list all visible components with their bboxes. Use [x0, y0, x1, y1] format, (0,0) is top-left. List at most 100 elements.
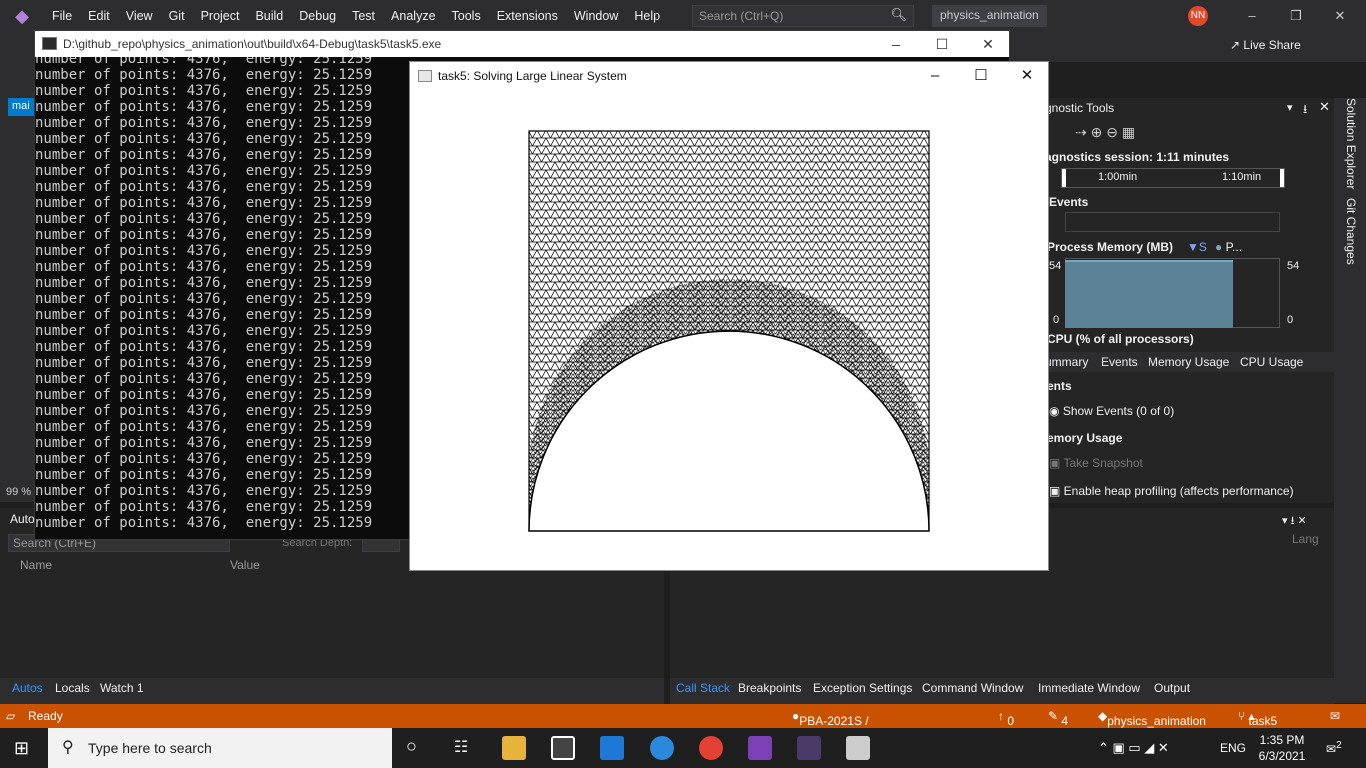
taskbar-clock[interactable]: 1:35 PM 6/3/2021 [1252, 732, 1312, 764]
edit-count[interactable]: ✎ 4 [1048, 709, 1068, 728]
take-snapshot-button[interactable]: ▣ Take Snapshot [1049, 456, 1143, 470]
file-explorer-icon[interactable] [502, 736, 526, 760]
console-line: number of points: 4376, energy: 25.1259 [35, 371, 373, 387]
tab-command-window[interactable]: Command Window [922, 681, 1023, 695]
menu-analyze[interactable]: Analyze [383, 0, 443, 32]
console-line: number of points: 4376, energy: 25.1259 [35, 515, 373, 531]
tab-summary[interactable]: ummary [1045, 355, 1088, 369]
menu-git[interactable]: Git [161, 0, 193, 32]
tab-autos[interactable]: Autos [12, 681, 43, 695]
show-events-link[interactable]: ◉ Show Events (0 of 0) [1049, 404, 1174, 418]
lang-column: Lang [1292, 532, 1319, 546]
taskbar-search-input[interactable]: ⚲ Type here to search [48, 728, 392, 768]
memory-label: Process Memory (MB) [1047, 240, 1174, 254]
dropdown-icon[interactable]: ▾ ⭳ ✕ [1282, 512, 1307, 531]
editor-tab[interactable]: mai [8, 98, 34, 116]
tab-breakpoints[interactable]: Breakpoints [738, 681, 801, 695]
visual-studio-icon[interactable] [748, 736, 772, 760]
tab-exception-settings[interactable]: Exception Settings [813, 681, 912, 695]
menu-window[interactable]: Window [566, 0, 626, 32]
tab-output[interactable]: Output [1154, 681, 1190, 695]
safari-icon[interactable] [650, 736, 674, 760]
vs-search-input[interactable]: Search (Ctrl+Q) 🔍︎ [692, 5, 914, 27]
taskbar-language[interactable]: ENG [1220, 741, 1246, 755]
dropdown-icon[interactable]: ▾ [1287, 101, 1293, 114]
console-minimize-icon[interactable]: – [873, 31, 919, 57]
console-line: number of points: 4376, energy: 25.1259 [35, 147, 373, 163]
live-share-button[interactable]: ↗ Live Share [1230, 38, 1301, 52]
menu-view[interactable]: View [118, 0, 161, 32]
chrome-icon[interactable] [699, 736, 723, 760]
task5-maximize-icon[interactable]: ☐ [958, 62, 1004, 90]
task5-minimize-icon[interactable]: – [912, 62, 958, 90]
console-line: number of points: 4376, energy: 25.1259 [35, 483, 373, 499]
task5-titlebar[interactable]: task5: Solving Large Linear System – ☐ ✕ [410, 62, 1048, 90]
notifications-icon[interactable]: ✉ [1330, 709, 1340, 723]
menu-tools[interactable]: Tools [444, 0, 489, 32]
tab-watch-1[interactable]: Watch 1 [100, 681, 144, 695]
console-close-icon[interactable]: ✕ [965, 31, 1011, 57]
project-indicator[interactable]: ◆ physics_animation [1098, 709, 1206, 728]
side-tab-git-changes[interactable]: Git Changes [1344, 198, 1358, 265]
menu-extensions[interactable]: Extensions [489, 0, 566, 32]
repo-indicator[interactable]: ● PBA-2021S / pba-KhairinaKhairu [792, 709, 878, 756]
timeline-start-handle[interactable] [1062, 169, 1066, 187]
cortana-icon[interactable]: ○ [406, 736, 417, 757]
avatar[interactable]: NN [1188, 6, 1208, 26]
menu-file[interactable]: File [44, 0, 80, 32]
zoom-level[interactable]: 99 % [6, 486, 31, 498]
branch-indicator[interactable]: ⑂ task5 ▴ [1238, 709, 1277, 728]
tab-memory-usage[interactable]: Memory Usage [1148, 355, 1229, 369]
windows-taskbar: ⊞ ⚲ Type here to search ○ ☷ ⌃ ▣ ▭ ◢ ✕ EN… [0, 728, 1366, 768]
tab-events[interactable]: Events [1101, 355, 1138, 369]
windows-start-icon[interactable]: ⊞ [14, 738, 34, 758]
console-titlebar[interactable]: D:\github_repo\physics_animation\out\bui… [35, 31, 1009, 57]
pin-icon[interactable]: ⭳ [1303, 100, 1307, 121]
mail-icon[interactable] [600, 736, 624, 760]
heap-profiling-checkbox[interactable]: ▣ Enable heap profiling (affects perform… [1049, 484, 1294, 498]
menu-help[interactable]: Help [626, 0, 668, 32]
timeline-end-handle[interactable] [1280, 169, 1284, 187]
menu-edit[interactable]: Edit [80, 0, 118, 32]
notification-center-icon[interactable]: ✉2 [1326, 740, 1342, 756]
menu-project[interactable]: Project [193, 0, 248, 32]
tab-cpu-usage[interactable]: CPU Usage [1240, 355, 1303, 369]
task5-close-icon[interactable]: ✕ [1004, 62, 1050, 90]
close-panel-icon[interactable]: ✕ [1319, 99, 1330, 115]
console-line: number of points: 4376, energy: 25.1259 [35, 57, 373, 67]
diag-session: agnostics session: 1:11 minutes [1045, 150, 1230, 164]
vs-search-placeholder: Search (Ctrl+Q) [699, 9, 784, 23]
console-maximize-icon[interactable]: ☐ [919, 31, 965, 57]
restore-icon[interactable]: ❐ [1276, 4, 1316, 28]
menu-debug[interactable]: Debug [291, 0, 344, 32]
console-line: number of points: 4376, energy: 25.1259 [35, 451, 373, 467]
side-tab-solution-explorer[interactable]: Solution Explorer [1344, 98, 1358, 189]
tab-call-stack[interactable]: Call Stack [676, 681, 730, 695]
tab-immediate-window[interactable]: Immediate Window [1038, 681, 1140, 695]
memory-graph-fill [1065, 260, 1233, 328]
tray-icons[interactable]: ⌃ ▣ ▭ ◢ ✕ [1098, 740, 1169, 756]
push-count[interactable]: ↑ 0 [998, 709, 1014, 728]
task5-taskbar-icon[interactable] [846, 736, 870, 760]
console-line: number of points: 4376, energy: 25.1259 [35, 243, 373, 259]
diag-toolbar-icons[interactable]: ⇢ ⊕ ⊖ ▦ [1075, 124, 1135, 141]
section-events: ents [1047, 379, 1072, 393]
task-view-icon[interactable]: ☷ [454, 737, 468, 757]
mem-min-left: 0 [1053, 314, 1060, 326]
console-line: number of points: 4376, energy: 25.1259 [35, 67, 373, 83]
console-line: number of points: 4376, energy: 25.1259 [35, 275, 373, 291]
minimize-icon[interactable]: – [1232, 4, 1272, 28]
search-icon: 🔍︎ [890, 7, 907, 22]
memory-legend-p: ● P... [1215, 240, 1243, 254]
task5-window[interactable]: task5: Solving Large Linear System – ☐ ✕ [409, 61, 1049, 571]
close-icon[interactable]: ✕ [1320, 4, 1360, 28]
console-line: number of points: 4376, energy: 25.1259 [35, 195, 373, 211]
store-icon[interactable] [551, 736, 575, 760]
menu-test[interactable]: Test [344, 0, 383, 32]
task5-app-icon [418, 70, 432, 82]
menu-build[interactable]: Build [247, 0, 291, 32]
diag-timeline[interactable]: 1:00min 1:10min [1061, 168, 1285, 188]
timeline-tick-1: 1:00min [1098, 171, 1138, 183]
tab-locals[interactable]: Locals [55, 681, 90, 695]
console-taskbar-icon[interactable] [797, 736, 821, 760]
